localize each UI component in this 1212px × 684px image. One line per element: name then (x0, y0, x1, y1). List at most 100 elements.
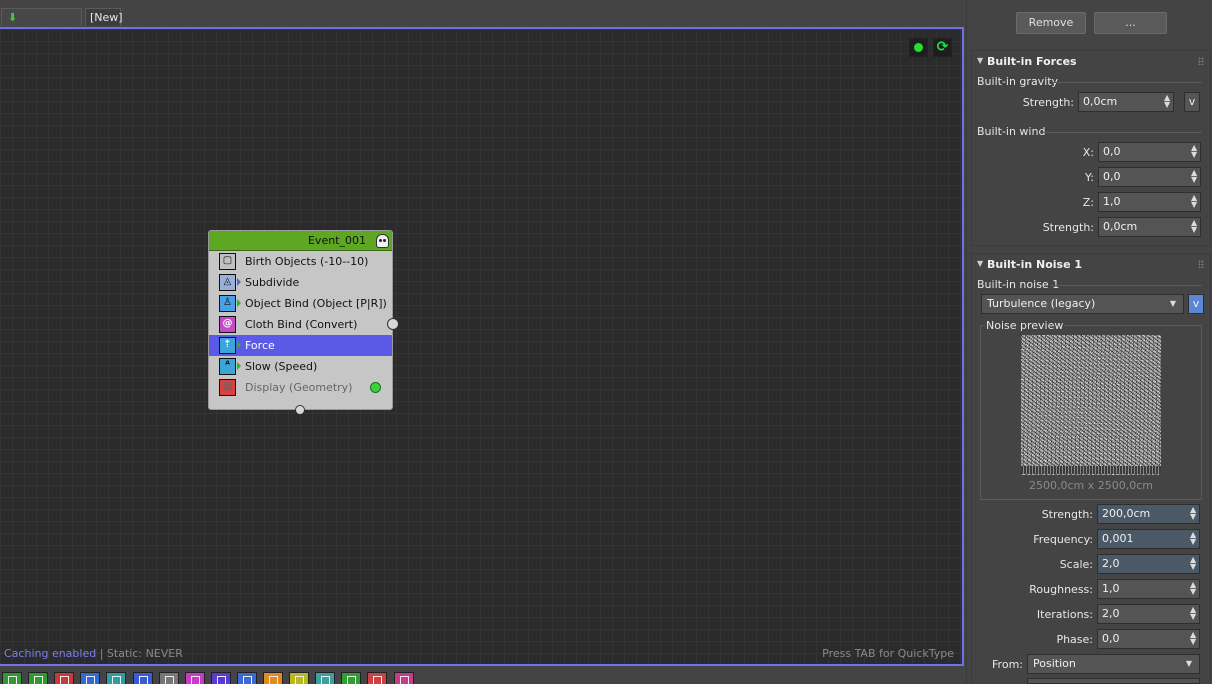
event-title[interactable]: Event_001 (209, 231, 392, 251)
noise-iterations-spinner[interactable]: 2,0 ▲ ▼ (1097, 604, 1200, 624)
field-label: X: (1082, 146, 1094, 159)
static-status: Static: NEVER (106, 647, 183, 660)
spinner-value: 0,0 (1102, 632, 1120, 645)
operator-toolbar-icon[interactable] (80, 672, 101, 684)
spinner-value: 1,0 (1102, 582, 1120, 595)
operator-toolbar-icon[interactable] (2, 672, 22, 684)
noise-phase-spinner[interactable]: 0,0 ▲ ▼ (1097, 629, 1200, 649)
operator-toolbar-icon[interactable] (184, 672, 205, 684)
field-label: Iterations: (1036, 608, 1093, 621)
cloth-bind-icon: @ (219, 316, 236, 333)
input-port[interactable] (295, 405, 305, 415)
spinner-value: 1,0 (1103, 195, 1121, 208)
dropdown-value: Position (1033, 657, 1076, 670)
operator-subdivide[interactable]: ◬ Subdivide (209, 272, 392, 293)
spinner-value: 200,0cm (1102, 507, 1151, 520)
operator-toolbar-icon[interactable] (236, 672, 257, 684)
noise-roughness-spinner[interactable]: 1,0 ▲ ▼ (1097, 579, 1200, 599)
spinner-arrows-icon[interactable]: ▲ ▼ (1191, 169, 1197, 184)
noise-scale-spinner[interactable]: 2,0 ▲ ▼ (1097, 554, 1200, 574)
wind-z-spinner[interactable]: 1,0 ▲ ▼ (1098, 192, 1201, 212)
wind-strength-spinner[interactable]: 0,0cm ▲ ▼ (1098, 217, 1201, 237)
grip-icon[interactable] (1198, 57, 1204, 65)
birth-objects-icon: ▢ (219, 253, 236, 270)
spinner-value: 2,0 (1102, 607, 1120, 620)
spinner-arrows-icon[interactable]: ▲ ▼ (1191, 144, 1197, 159)
noise-v-button[interactable]: v (1188, 294, 1204, 314)
rollout-title[interactable]: Built-in Noise 1 (987, 258, 1082, 271)
noise-strength-spinner[interactable]: 200,0cm ▲ ▼ (1097, 504, 1200, 524)
collapse-triangle-icon[interactable]: ▼ (977, 259, 983, 268)
operator-slow[interactable]: ᴬ Slow (Speed) (209, 356, 392, 377)
status-separator: | (96, 647, 107, 660)
operator-force[interactable]: ⇡ Force (209, 335, 392, 356)
spinner-arrows-icon[interactable]: ▲ ▼ (1190, 506, 1196, 521)
record-icon[interactable] (909, 38, 928, 57)
field-label: From: (992, 658, 1023, 671)
operator-birth-objects[interactable]: ▢ Birth Objects (-10--10) (209, 251, 392, 272)
collapse-triangle-icon[interactable]: ▼ (977, 56, 983, 65)
event-node[interactable]: Event_001 ▢ Birth Objects (-10--10) ◬ Su… (208, 230, 399, 415)
operator-toolbar-icon[interactable] (106, 672, 127, 684)
wind-x-spinner[interactable]: 0,0 ▲ ▼ (1098, 142, 1201, 162)
partial-dropdown[interactable] (1027, 678, 1200, 684)
noise-from-dropdown[interactable]: Position ▼ (1027, 654, 1200, 674)
gravity-v-button[interactable]: v (1184, 92, 1200, 112)
operator-toolbar-icon[interactable] (210, 672, 231, 684)
forces-rollout: ▼ Built-in Forces Built-in gravity Stren… (971, 50, 1211, 246)
object-bind-icon: ♙ (219, 295, 236, 312)
operator-toolbar-icon[interactable] (54, 672, 75, 684)
spinner-arrows-icon[interactable]: ▲ ▼ (1190, 531, 1196, 546)
spinner-arrows-icon[interactable]: ▲ ▼ (1191, 219, 1197, 234)
flow-canvas[interactable]: ⟳ Event_001 ▢ Birth Objects (-10--10) ◬ … (0, 27, 964, 666)
operator-toolbar-icon[interactable] (158, 672, 179, 684)
operator-object-bind[interactable]: ♙ Object Bind (Object [P|R]) (209, 293, 392, 314)
more-button[interactable]: ... (1094, 12, 1167, 34)
operator-toolbar-icon[interactable] (263, 672, 283, 684)
divider (1052, 82, 1202, 83)
spinner-arrows-icon[interactable]: ▲ ▼ (1190, 606, 1196, 621)
operator-toolbar-icon[interactable] (367, 672, 388, 684)
grip-icon[interactable] (1198, 260, 1204, 268)
operator-toolbar-icon[interactable] (132, 672, 153, 684)
remove-button[interactable]: Remove (1016, 12, 1086, 34)
field-label: Z: (1082, 196, 1094, 209)
field-label: Y: (1085, 171, 1094, 184)
operator-toolbar-icon[interactable] (315, 672, 336, 684)
subdivide-icon: ◬ (219, 274, 236, 291)
operator-label: Force (245, 339, 275, 352)
group-label: Built-in noise 1 (977, 278, 1060, 291)
noise-preview-size: 2500,0cm x 2500,0cm (1028, 479, 1153, 492)
rollout-title[interactable]: Built-in Forces (987, 55, 1077, 68)
operator-label: Cloth Bind (Convert) (245, 318, 358, 331)
gravity-strength-spinner[interactable]: 0,0cm ▲ ▼ (1078, 92, 1174, 112)
wind-y-spinner[interactable]: 0,0 ▲ ▼ (1098, 167, 1201, 187)
output-port[interactable] (387, 318, 399, 330)
divider (1042, 132, 1202, 133)
operator-toolbar-icon[interactable] (341, 672, 362, 684)
noise-frequency-spinner[interactable]: 0,001 ▲ ▼ (1097, 529, 1200, 549)
spinner-arrows-icon[interactable]: ▲ ▼ (1190, 631, 1196, 646)
display-color-dot[interactable] (370, 382, 381, 393)
operator-toolbar-icon[interactable] (289, 672, 310, 684)
operator-label: Slow (Speed) (245, 360, 318, 373)
tab-tyflow001[interactable]: ⬇tyFlow001 (1, 8, 82, 41)
operator-cloth-bind[interactable]: @ Cloth Bind (Convert) (209, 314, 399, 335)
operator-toolbar-icon[interactable] (28, 672, 49, 684)
spinner-arrows-icon[interactable]: ▲ ▼ (1164, 94, 1170, 109)
field-label: Scale: (1059, 558, 1093, 571)
skull-icon[interactable] (376, 234, 389, 248)
field-label: Strength: (1042, 221, 1094, 234)
refresh-icon[interactable]: ⟳ (933, 38, 952, 57)
spinner-arrows-icon[interactable]: ▲ ▼ (1191, 194, 1197, 209)
operator-label: Display (Geometry) (245, 381, 353, 394)
spinner-arrows-icon[interactable]: ▲ ▼ (1190, 556, 1196, 571)
tab-new[interactable]: [New] (85, 8, 123, 26)
operator-toolbar-icon[interactable] (393, 672, 414, 684)
operator-label: Birth Objects (-10--10) (245, 255, 369, 268)
force-icon: ⇡ (219, 337, 236, 354)
noise-type-dropdown[interactable]: Turbulence (legacy) ▼ (981, 294, 1184, 314)
spinner-arrows-icon[interactable]: ▲ ▼ (1190, 581, 1196, 596)
operator-display[interactable]: ▦ Display (Geometry) (209, 377, 392, 398)
spinner-value: 2,0 (1102, 557, 1120, 570)
